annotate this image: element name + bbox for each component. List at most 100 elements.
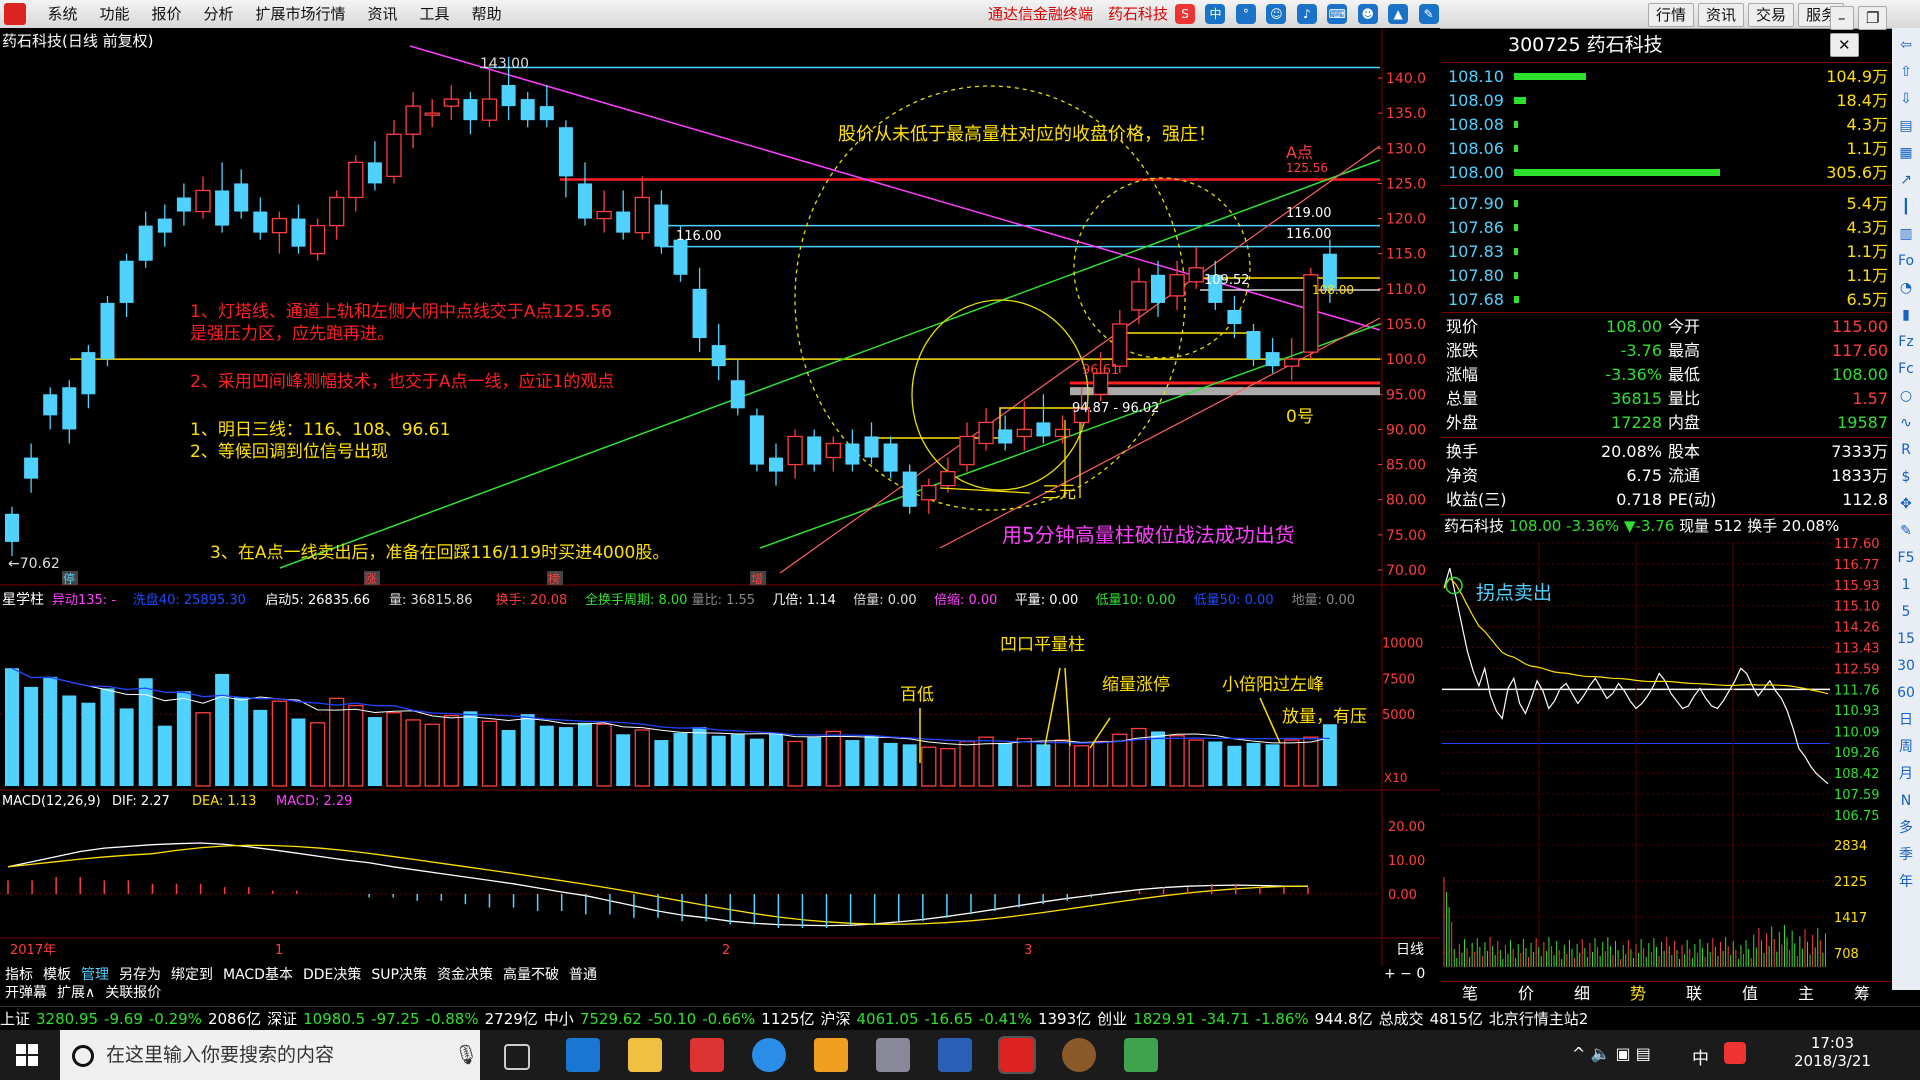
candle-icon[interactable]: ┃ bbox=[1896, 197, 1916, 217]
period-60-icon[interactable]: 60 bbox=[1896, 683, 1916, 703]
dollar-icon[interactable]: $ bbox=[1896, 467, 1916, 487]
bottom-tab-7[interactable]: SUP决策 bbox=[366, 966, 432, 984]
grid-icon[interactable]: ▥ bbox=[1896, 224, 1916, 244]
menu-item-3[interactable]: 分析 bbox=[193, 0, 245, 28]
right-tab-5[interactable]: 值 bbox=[1722, 982, 1778, 1006]
menu-item-2[interactable]: 报价 bbox=[140, 0, 192, 28]
windows-start-icon[interactable] bbox=[16, 1044, 38, 1066]
right-tab-4[interactable]: 联 bbox=[1666, 982, 1722, 1006]
move-icon[interactable]: ✥ bbox=[1896, 494, 1916, 514]
mic-input-icon[interactable]: 🎙 bbox=[454, 1030, 478, 1080]
wechat-app-icon[interactable] bbox=[1124, 1038, 1158, 1072]
pen-icon[interactable]: ✎ bbox=[1896, 521, 1916, 541]
right-tab-0[interactable]: 笔 bbox=[1442, 982, 1498, 1006]
ime-indicator[interactable]: 中 bbox=[1692, 1044, 1709, 1069]
edge-browser-icon[interactable] bbox=[566, 1038, 600, 1072]
period-week-icon[interactable]: 周 bbox=[1896, 737, 1916, 757]
bottom-tab-6[interactable]: DDE决策 bbox=[298, 966, 366, 984]
paint-app-icon[interactable] bbox=[876, 1038, 910, 1072]
task-view-icon[interactable] bbox=[504, 1044, 530, 1070]
period-year-icon[interactable]: 年 bbox=[1896, 872, 1916, 892]
up-icon[interactable]: ⇧ bbox=[1896, 62, 1916, 82]
tdx-app-icon[interactable] bbox=[998, 1036, 1036, 1074]
bid-row-1: 107.86 4.3万 bbox=[1442, 216, 1892, 240]
punctuation-icon[interactable]: ° bbox=[1235, 4, 1256, 24]
bottom-tab-0[interactable]: 指标 bbox=[0, 966, 38, 984]
menu-item-7[interactable]: 帮助 bbox=[461, 0, 513, 28]
book-app-icon[interactable] bbox=[690, 1038, 724, 1072]
period-multi-icon[interactable]: 多 bbox=[1896, 818, 1916, 838]
period-day-icon[interactable]: 日 bbox=[1896, 710, 1916, 730]
period-1-icon[interactable]: 1 bbox=[1896, 575, 1916, 595]
menu-item-4[interactable]: 扩展市场行情 bbox=[245, 0, 357, 28]
file-explorer-icon[interactable] bbox=[628, 1038, 662, 1072]
fz-icon[interactable]: Fz bbox=[1896, 332, 1916, 352]
bottom-tab-4[interactable]: 绑定到 bbox=[166, 966, 218, 984]
period-n-icon[interactable]: N bbox=[1896, 791, 1916, 811]
right-tab-6[interactable]: 主 bbox=[1778, 982, 1834, 1006]
menu-button-1[interactable]: 资讯 bbox=[1698, 3, 1745, 27]
right-tab-7[interactable]: 筹 bbox=[1834, 982, 1890, 1006]
smile-icon[interactable]: ☺ bbox=[1266, 4, 1287, 24]
clock[interactable]: 17:03 2018/3/21 bbox=[1794, 1034, 1871, 1070]
wrench-icon[interactable]: ✎ bbox=[1418, 4, 1439, 24]
menu-item-6[interactable]: 工具 bbox=[409, 0, 461, 28]
bottom-tab2-1[interactable]: 扩展∧ bbox=[52, 984, 100, 1002]
period-15-icon[interactable]: 15 bbox=[1896, 629, 1916, 649]
f5-icon[interactable]: F5 bbox=[1896, 548, 1916, 568]
game-app-icon[interactable] bbox=[1062, 1038, 1096, 1072]
keyboard-icon[interactable]: ⌨ bbox=[1327, 4, 1348, 24]
bottom-tab-9[interactable]: 高量不破 bbox=[498, 966, 564, 984]
package-app-icon[interactable] bbox=[814, 1038, 848, 1072]
bottom-tab-8[interactable]: 资金决策 bbox=[432, 966, 498, 984]
sogou-icon[interactable] bbox=[1724, 1042, 1746, 1064]
user-icon[interactable]: ☻ bbox=[1357, 4, 1378, 24]
restore-button[interactable]: ❐ bbox=[1857, 6, 1888, 30]
menu-item-5[interactable]: 资讯 bbox=[357, 0, 409, 28]
down-icon[interactable]: ⇩ bbox=[1896, 89, 1916, 109]
system-tray[interactable]: ^ 🔈 ▣ ▤ bbox=[1572, 1044, 1651, 1063]
mic-icon[interactable]: ♪ bbox=[1296, 4, 1317, 24]
bottom-tab-10[interactable]: 普通 bbox=[564, 966, 602, 984]
fo-icon[interactable]: Fo bbox=[1896, 251, 1916, 271]
fc-icon[interactable]: Fc bbox=[1896, 359, 1916, 379]
menu-item-1[interactable]: 功能 bbox=[88, 0, 140, 28]
bottom-tab-5[interactable]: MACD基本 bbox=[218, 966, 298, 984]
macd-tick-0: 20.00 bbox=[1388, 820, 1425, 835]
menu-item-0[interactable]: 系统 bbox=[36, 0, 88, 28]
bars-icon[interactable]: ▮ bbox=[1896, 305, 1916, 325]
period-5-icon[interactable]: 5 bbox=[1896, 602, 1916, 622]
menu-button-2[interactable]: 交易 bbox=[1748, 3, 1795, 27]
bottom-tab-1[interactable]: 模板 bbox=[38, 966, 76, 984]
table-icon[interactable]: ▦ bbox=[1896, 143, 1916, 163]
bottom-tab-2[interactable]: 管理 bbox=[76, 966, 114, 984]
menu-button-0[interactable]: 行情 bbox=[1648, 3, 1695, 27]
shirt-icon[interactable]: ▲ bbox=[1388, 4, 1409, 24]
intraday-vol-tick-0: 2834 bbox=[1834, 839, 1867, 854]
taskbar-search-box[interactable]: 在这里输入你要搜索的内容 🎙 bbox=[60, 1030, 480, 1080]
wave-icon[interactable]: ∿ bbox=[1896, 413, 1916, 433]
chart-icon[interactable]: ▤ bbox=[1896, 116, 1916, 136]
intraday-chart[interactable]: 117.60 116.77 115.93 115.10 114.26 113.43 112.… bbox=[1442, 537, 1892, 977]
back-icon[interactable]: ⇦ bbox=[1896, 35, 1916, 55]
bottom-tab2-0[interactable]: 开弹幕 bbox=[0, 984, 52, 1002]
circle-icon[interactable]: ○ bbox=[1896, 386, 1916, 406]
bottom-tab-3[interactable]: 另存为 bbox=[114, 966, 166, 984]
qq-browser-icon[interactable] bbox=[752, 1038, 786, 1072]
period-30-icon[interactable]: 30 bbox=[1896, 656, 1916, 676]
s-logo-icon[interactable]: S bbox=[1175, 4, 1195, 24]
period-month-icon[interactable]: 月 bbox=[1896, 764, 1916, 784]
rsi-icon[interactable]: R bbox=[1896, 440, 1916, 460]
pie-icon[interactable]: ◔ bbox=[1896, 278, 1916, 298]
right-tab-1[interactable]: 价 bbox=[1498, 982, 1554, 1006]
kline-chart[interactable]: 药石科技(日线 前复权) 140.0 135.0 130.0 125.0 120.0 115… bbox=[0, 28, 1440, 966]
line-icon[interactable]: ↗ bbox=[1896, 170, 1916, 190]
zoom-controls[interactable]: + − 0 bbox=[1384, 966, 1425, 982]
right-tab-2[interactable]: 细 bbox=[1554, 982, 1610, 1006]
right-tab-3[interactable]: 势 bbox=[1610, 982, 1666, 1006]
minimize-button[interactable]: – bbox=[1830, 6, 1854, 30]
bottom-tab2-2[interactable]: 关联报价 bbox=[100, 984, 166, 1002]
word-app-icon[interactable] bbox=[938, 1038, 972, 1072]
period-quarter-icon[interactable]: 季 bbox=[1896, 845, 1916, 865]
chinese-input-icon[interactable]: 中 bbox=[1205, 4, 1226, 24]
